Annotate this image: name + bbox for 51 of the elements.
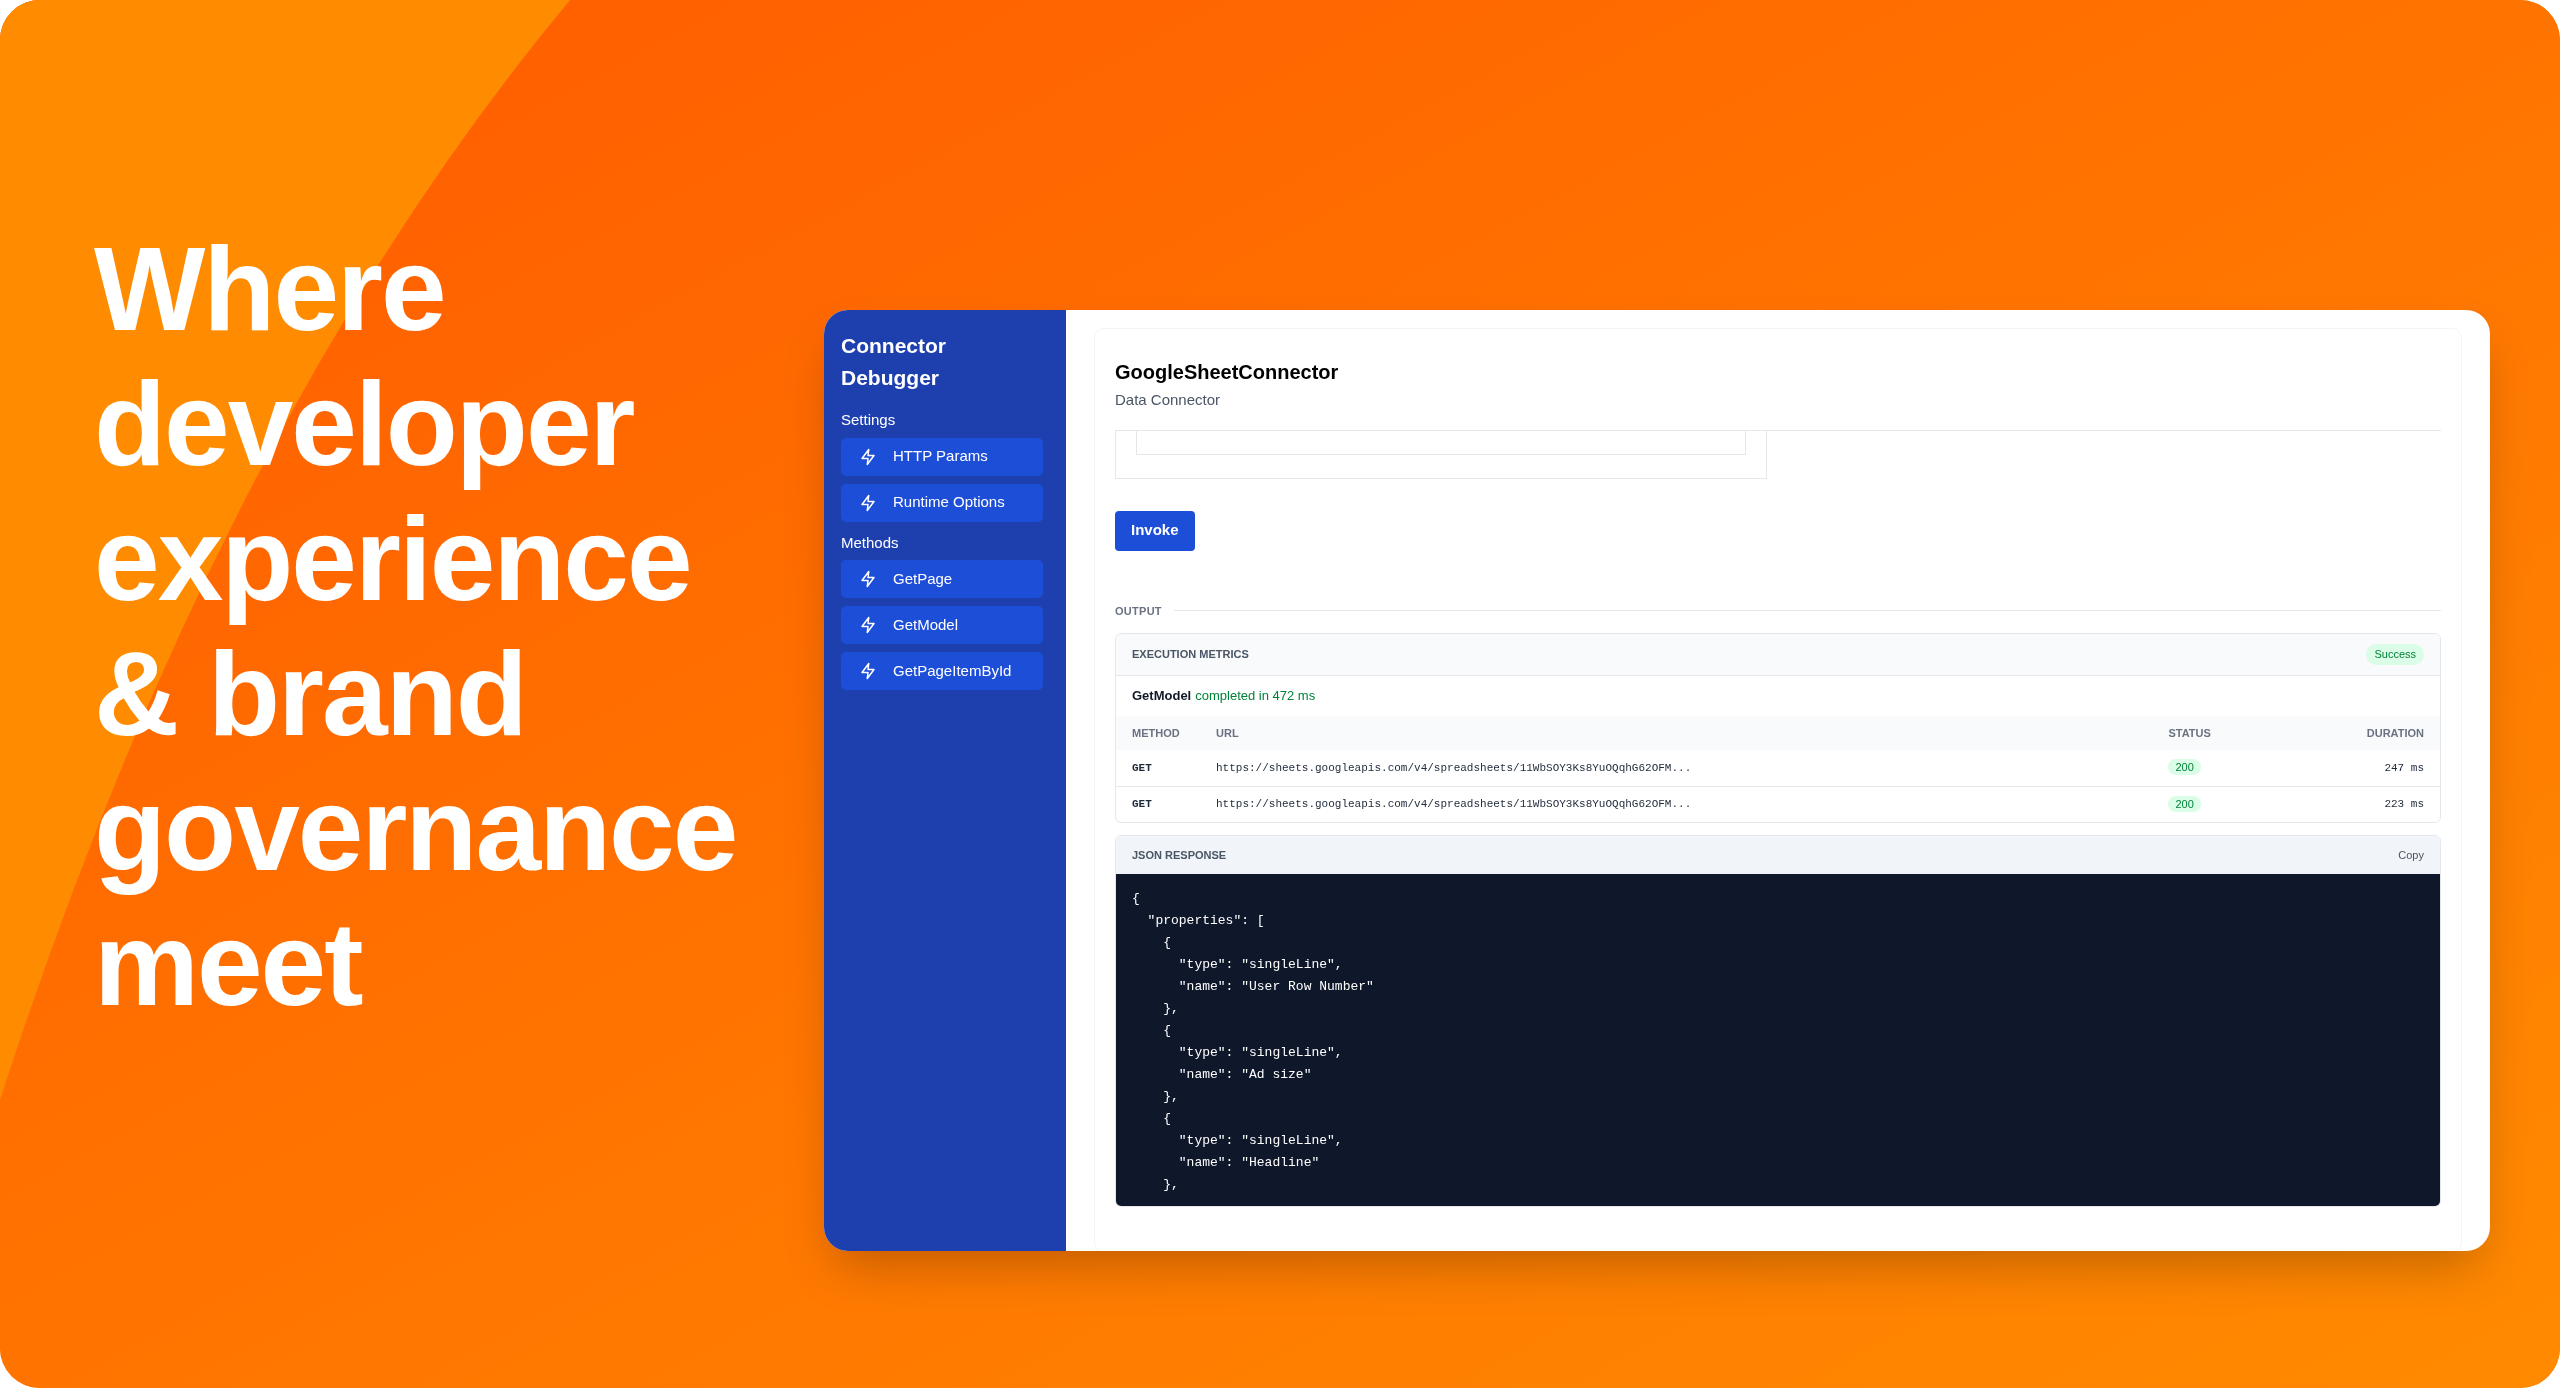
table-cell: https://sheets.googleapis.com/v4/spreadsheets/11WbSOY3Ks8YuOQqhG62OFM... (1200, 750, 2153, 786)
table-cell: GET (1116, 750, 1200, 786)
status-badge: 200 (2168, 795, 2201, 812)
code-line: { (1162, 1110, 1171, 1128)
table-cell: 223 ms (2272, 786, 2440, 822)
column-header: DURATION (2272, 716, 2440, 750)
lightning-icon (859, 493, 877, 512)
response-title: JSON RESPONSE (1132, 847, 1227, 863)
code-line: }, (1162, 1088, 1179, 1106)
section-label: Methods (841, 532, 900, 553)
code-line: "properties": [ (1146, 912, 1265, 930)
code-line: }, (1162, 1176, 1179, 1194)
lightning-icon (859, 447, 877, 466)
table-cell: 247 ms (2272, 750, 2440, 786)
code-line: { (1132, 890, 1140, 908)
code-line: "name": "Ad size" (1177, 1066, 1312, 1084)
code-line: "type": "singleLine", (1177, 1044, 1343, 1062)
sidebar-item[interactable]: HTTP Params (841, 437, 1043, 476)
copy-button[interactable]: Copy (2398, 846, 2424, 864)
input-field[interactable] (1136, 430, 1746, 455)
column-header: URL (1200, 716, 2153, 750)
method-name: GetModel (1132, 687, 1192, 706)
code-line: { (1162, 1022, 1171, 1040)
code-line: }, (1162, 1000, 1179, 1018)
metrics-title: EXECUTION METRICS (1132, 647, 1249, 663)
status-badge: 200 (2168, 759, 2201, 775)
lightning-icon (859, 570, 877, 588)
sidebar-item[interactable]: Runtime Options (841, 483, 1043, 522)
sidebar-item[interactable]: GetPageItemById (841, 652, 1043, 690)
output-label: OUTPUT (1115, 603, 1162, 619)
headline: Where developer experience & brand governance meet (94, 222, 738, 1032)
connector-type: Data Connector (1115, 390, 1222, 410)
status-badge: Success (2366, 644, 2424, 665)
section-label: Settings (841, 410, 897, 430)
code-line: { (1162, 934, 1171, 952)
code-line: "type": "singleLine", (1177, 1132, 1343, 1150)
column-header: STATUS (2152, 716, 2273, 750)
app-title: Connector Debugger (841, 333, 947, 391)
sidebar-item[interactable]: GetPage (841, 560, 1043, 598)
column-header: METHOD (1116, 716, 1200, 750)
table-cell: GET (1116, 786, 1200, 822)
invoke-button[interactable]: Invoke (1115, 510, 1195, 551)
lightning-icon (859, 662, 877, 680)
lightning-icon (859, 616, 877, 634)
code-line: "type": "singleLine", (1177, 956, 1343, 974)
table-cell: https://sheets.googleapis.com/v4/spreadsheets/11WbSOY3Ks8YuOQqhG62OFM... (1200, 786, 2153, 822)
code-line: "name": "Headline" (1177, 1154, 1320, 1172)
completion-summary: completed in 472 ms (1195, 687, 1316, 706)
code-line: "name": "User Row Number" (1177, 978, 1374, 996)
sidebar-item[interactable]: GetModel (841, 606, 1043, 644)
connector-name: GoogleSheetConnector (1115, 360, 1340, 385)
